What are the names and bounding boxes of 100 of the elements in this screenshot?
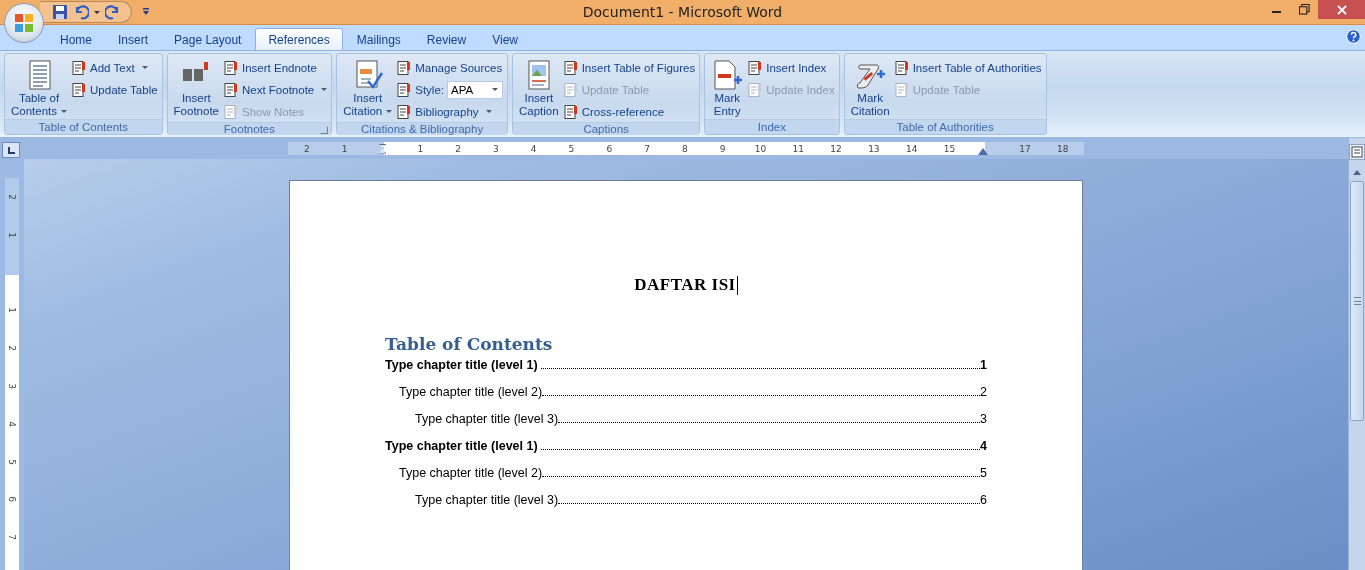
ribbon-button[interactable]: Insert Endnote <box>223 57 328 78</box>
ribbon-tab[interactable]: Review <box>414 29 479 50</box>
ruler-number: 9 <box>719 143 726 154</box>
ruler-number: 6 <box>606 143 613 154</box>
toc-entry[interactable]: Type chapter title (level 1) <box>385 437 541 455</box>
restore-icon <box>1298 4 1310 15</box>
caret-icon <box>321 88 328 91</box>
ruler-number: 1 <box>341 143 348 154</box>
document-icon <box>747 59 764 76</box>
ribbon-button[interactable]: Mark Citation <box>848 56 892 119</box>
document-icon <box>396 103 413 120</box>
tab-selector[interactable] <box>2 142 20 158</box>
caret-icon[interactable] <box>94 10 100 14</box>
document-icon <box>562 59 579 76</box>
ruler-number: 2 <box>455 143 461 154</box>
window-title: Document1 - Microsoft Word <box>582 4 783 20</box>
ruler-number: 12 <box>830 143 842 154</box>
undo-icon[interactable] <box>73 4 89 20</box>
ruler-number: 5 <box>7 458 17 465</box>
ribbon-button[interactable]: Mark Entry <box>709 56 746 119</box>
caret-icon <box>492 88 498 91</box>
save-icon[interactable] <box>52 4 68 20</box>
ribbon-button[interactable]: Insert Caption <box>517 56 561 122</box>
ribbon-button[interactable]: Add Text <box>71 57 158 78</box>
group-label: Footnotes <box>223 123 275 135</box>
ribbon-tab[interactable]: View <box>480 29 530 50</box>
style-dropdown[interactable]: APA <box>447 80 503 99</box>
ruler-number: 1 <box>7 307 17 314</box>
dialog-launcher-icon[interactable] <box>320 126 329 134</box>
document-icon <box>396 59 413 76</box>
ruler-number: 13 <box>868 143 880 154</box>
ruler-number: 7 <box>7 534 17 541</box>
document-icon <box>562 103 579 120</box>
group-label: Citations & Bibliography <box>361 123 484 135</box>
document-icon <box>747 81 764 98</box>
caret-icon <box>141 66 148 69</box>
group-label: Index <box>757 121 786 133</box>
page-number: 3 <box>980 411 987 428</box>
group-label: Table of Authorities <box>896 121 994 133</box>
ribbon-tab[interactable]: References <box>255 28 343 50</box>
ribbon-button[interactable]: Table of Contents <box>9 56 70 119</box>
ribbon-button[interactable]: Insert Index <box>747 57 835 78</box>
toc-entry[interactable]: Type chapter title (level 1) <box>385 356 541 374</box>
text-cursor <box>736 275 738 295</box>
page-number: 5 <box>980 465 987 482</box>
ruler-number: 5 <box>568 143 575 154</box>
scroll-thumb[interactable] <box>1350 181 1364 421</box>
ribbon-tab[interactable]: Insert <box>106 29 161 50</box>
ruler-number: 17 <box>1019 143 1031 154</box>
toc-entry[interactable]: Type chapter title (level 2) <box>399 464 543 482</box>
ribbon-button[interactable]: Bibliography <box>396 101 503 122</box>
ribbon-button[interactable]: Insert Footnote <box>171 56 221 122</box>
ruler-number: 15 <box>943 143 956 154</box>
close-icon <box>1336 4 1347 15</box>
ribbon-button[interactable]: Cross-reference <box>562 101 696 122</box>
close-button[interactable] <box>1318 0 1365 19</box>
ruler-number: 2 <box>7 345 17 352</box>
view-ruler-button[interactable] <box>1349 144 1365 160</box>
help-icon[interactable] <box>1346 29 1361 44</box>
mark-entry-icon <box>711 59 744 91</box>
document-icon <box>562 81 579 98</box>
document-icon <box>396 81 413 98</box>
caret-icon <box>485 110 492 113</box>
ruler-number: 6 <box>7 496 17 503</box>
ribbon-tab[interactable]: Mailings <box>344 29 413 50</box>
ribbon-tab[interactable]: Page Layout <box>162 29 254 50</box>
ribbon-button[interactable]: Insert Table of Authorities <box>893 57 1042 78</box>
document-icon <box>71 59 88 76</box>
toc-entry[interactable]: Type chapter title (level 3) <box>415 491 559 509</box>
redo-icon[interactable] <box>105 4 121 20</box>
ruler-number: 1 <box>7 232 17 238</box>
toc-entry[interactable]: Type chapter title (level 3) <box>415 410 559 428</box>
ruler-number: 8 <box>682 143 688 154</box>
ruler-number: 2 <box>7 194 17 200</box>
document-icon <box>893 59 910 76</box>
group-label: Table of Contents <box>38 121 129 133</box>
document-icon <box>223 59 239 76</box>
ribbon-tab[interactable]: Home <box>48 29 104 50</box>
document-icon <box>893 81 910 98</box>
page-number: 4 <box>980 438 987 455</box>
caret-icon <box>61 110 68 114</box>
office-button[interactable] <box>4 3 44 43</box>
caret-icon <box>386 110 393 114</box>
toc-entry[interactable]: Type chapter title (level 2) <box>399 383 543 401</box>
document-icon <box>223 81 239 98</box>
ribbon-button[interactable]: Update Table <box>71 79 158 100</box>
page-number: 6 <box>980 492 987 509</box>
indent-marker[interactable] <box>378 143 387 154</box>
toc-title: Table of Contents <box>385 334 554 354</box>
ruler-icon <box>1351 146 1363 158</box>
ribbon-button[interactable]: Insert Citation <box>341 56 395 122</box>
ruler-number: 3 <box>493 143 499 154</box>
ribbon-button[interactable]: Manage Sources <box>396 57 503 78</box>
document-icon <box>223 103 239 120</box>
ruler-number: 4 <box>7 421 17 427</box>
ruler-number: 14 <box>905 143 918 154</box>
ribbon-button[interactable]: Next Footnote <box>223 79 328 100</box>
ruler-number: 10 <box>754 143 767 154</box>
customize-icon[interactable] <box>142 7 150 17</box>
ribbon-button[interactable]: Insert Table of Figures <box>562 57 696 78</box>
